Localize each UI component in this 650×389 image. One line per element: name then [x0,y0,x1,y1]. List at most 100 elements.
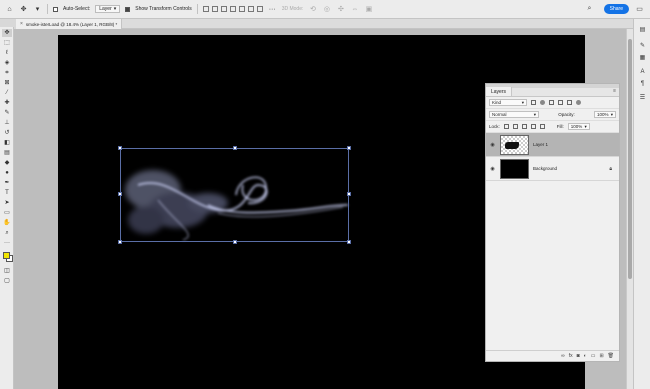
fill-input[interactable]: 100% ▾ [567,123,590,130]
lasso-tool-icon[interactable]: ℓ [2,49,12,57]
transform-handle[interactable] [233,146,237,150]
3d-roll-icon[interactable]: ◎ [322,5,331,14]
adjustment-layer-icon[interactable]: ◐ [584,353,587,359]
auto-select-checkbox[interactable] [53,6,58,12]
character-icon[interactable]: A [638,67,647,76]
layers-panel: Layers ≡ Kind ▾ Normal ▾ Opacity: 100% ▾ [485,83,620,362]
layers-panel-footer: ∞ fx ◙ ◐ ▭ ⊞ 🗑︎ [486,350,619,361]
lock-transparent-icon[interactable] [503,124,509,129]
lock-pixels-icon[interactable] [512,124,518,129]
add-mask-icon[interactable]: ◙ [577,353,580,359]
filter-kind-dropdown[interactable]: Kind ▾ [489,99,527,106]
lock-all-icon[interactable] [539,124,545,129]
type-tool-icon[interactable]: T [2,189,12,197]
brush-tool-icon[interactable]: ✎ [2,109,12,117]
blend-mode-dropdown[interactable]: Normal ▾ [489,111,539,118]
more-tools-icon[interactable]: ··· [2,239,12,247]
auto-select-target-dropdown[interactable]: Layer ▾ [95,5,121,13]
tab-layers[interactable]: Layers [486,87,513,96]
gradient-tool-icon[interactable]: ▤ [2,149,12,157]
link-layers-icon[interactable]: ∞ [561,353,565,359]
healing-brush-tool-icon[interactable]: ✚ [2,99,12,107]
align-left-icon[interactable] [202,6,209,12]
document-tab[interactable]: × smoke-isterLoad @ 18.4% (Layer 1, RGB/… [16,19,123,29]
transform-handle[interactable] [347,192,351,196]
properties-icon[interactable]: ☰ [638,93,647,102]
search-icon[interactable]: ⌕ [585,4,594,13]
vertical-scrollbar[interactable] [626,29,633,389]
eraser-tool-icon[interactable]: ◧ [2,139,12,147]
marquee-tool-icon[interactable]: ⬚ [2,39,12,47]
history-brush-tool-icon[interactable]: ↺ [2,129,12,137]
align-middle-icon[interactable] [238,6,245,12]
filter-toggle-icon[interactable] [576,100,581,105]
object-select-tool-icon[interactable]: ◈ [2,59,12,67]
scrollbar-thumb[interactable] [628,39,632,279]
move-tool-icon[interactable]: ✥ [19,5,28,14]
transform-handle[interactable] [118,192,122,196]
transform-handle[interactable] [118,146,122,150]
opacity-input[interactable]: 100% ▾ [593,111,616,118]
transform-handle[interactable] [118,240,122,244]
filter-shape-icon[interactable] [558,100,563,105]
quick-mask-icon[interactable]: ◫ [2,267,12,275]
comments-icon[interactable]: ▤ [638,25,647,34]
more-options-icon[interactable]: ··· [268,5,277,14]
blend-row: Normal ▾ Opacity: 100% ▾ [486,109,619,121]
transform-handle[interactable] [347,240,351,244]
filter-smart-object-icon[interactable] [567,100,572,105]
dodge-tool-icon[interactable]: ● [2,169,12,177]
show-transform-checkbox[interactable] [125,6,131,12]
layer-name: Layer 1 [533,142,549,147]
clone-stamp-tool-icon[interactable]: ⊥ [2,119,12,127]
distribute-icon[interactable] [256,6,263,12]
crop-tool-icon[interactable]: ⌗ [2,69,12,77]
home-icon[interactable]: ⌂ [5,5,14,14]
panel-menu-icon[interactable]: ≡ [613,87,616,96]
delete-layer-icon[interactable]: 🗑︎ [608,353,614,359]
screen-mode-icon[interactable]: ▢ [2,277,12,285]
close-icon[interactable]: × [20,21,23,27]
document-tab-title: smoke-isterLoad @ 18.4% (Layer 1, RGB/8)… [25,21,118,27]
visibility-eye-icon[interactable]: ◉ [489,166,496,172]
eyedropper-tool-icon[interactable]: ⁄ [2,89,12,97]
share-button[interactable]: Share [603,4,629,14]
workspace-icon[interactable]: ▭ [635,4,644,13]
align-right-icon[interactable] [220,6,227,12]
zoom-tool-icon[interactable]: ⌕ [2,229,12,237]
lock-artboard-icon[interactable] [530,124,536,129]
layer-row-background[interactable]: ◉ Background 🔒︎ [486,157,619,181]
transform-handle[interactable] [347,146,351,150]
learn-icon[interactable]: ✎ [638,41,647,50]
visibility-eye-icon[interactable]: ◉ [489,142,496,148]
path-select-tool-icon[interactable]: ➤ [2,199,12,207]
rectangle-tool-icon[interactable]: ▭ [2,209,12,217]
filter-pixel-icon[interactable] [531,100,536,105]
libraries-icon[interactable]: ▦ [638,53,647,62]
foreground-color-swatch[interactable] [3,252,10,259]
new-layer-icon[interactable]: ⊞ [599,353,603,359]
hand-tool-icon[interactable]: ✋ [2,219,12,227]
filter-adjustment-icon[interactable] [540,100,545,105]
move-tool-icon[interactable]: ✥ [2,29,12,37]
3d-drag-icon[interactable]: ✣ [336,5,345,14]
chevron-down-icon[interactable]: ▾ [33,5,42,14]
new-group-icon[interactable]: ▭ [591,353,596,359]
filter-type-icon[interactable] [549,100,554,105]
align-center-icon[interactable] [211,6,218,12]
transform-handle[interactable] [233,240,237,244]
transform-bounding-box[interactable] [118,146,351,244]
lock-position-icon[interactable] [521,124,527,129]
3d-slide-icon[interactable]: ⇔ [350,5,359,14]
tools-panel: ✥ ⬚ ℓ ◈ ⌗ ⊠ ⁄ ✚ ✎ ⊥ ↺ ◧ ▤ ◆ ● ✒ T ➤ ▭ ✋ … [0,27,14,389]
3d-rotate-icon[interactable]: ⟲ [308,5,317,14]
frame-tool-icon[interactable]: ⊠ [2,79,12,87]
paragraph-icon[interactable]: ¶ [638,79,647,88]
align-top-icon[interactable] [229,6,236,12]
layer-row-layer-1[interactable]: ◉ Layer 1 [486,133,619,157]
3d-scale-icon[interactable]: ▣ [364,5,373,14]
align-bottom-icon[interactable] [247,6,254,12]
layer-style-icon[interactable]: fx [569,353,573,359]
blur-tool-icon[interactable]: ◆ [2,159,12,167]
pen-tool-icon[interactable]: ✒ [2,179,12,187]
